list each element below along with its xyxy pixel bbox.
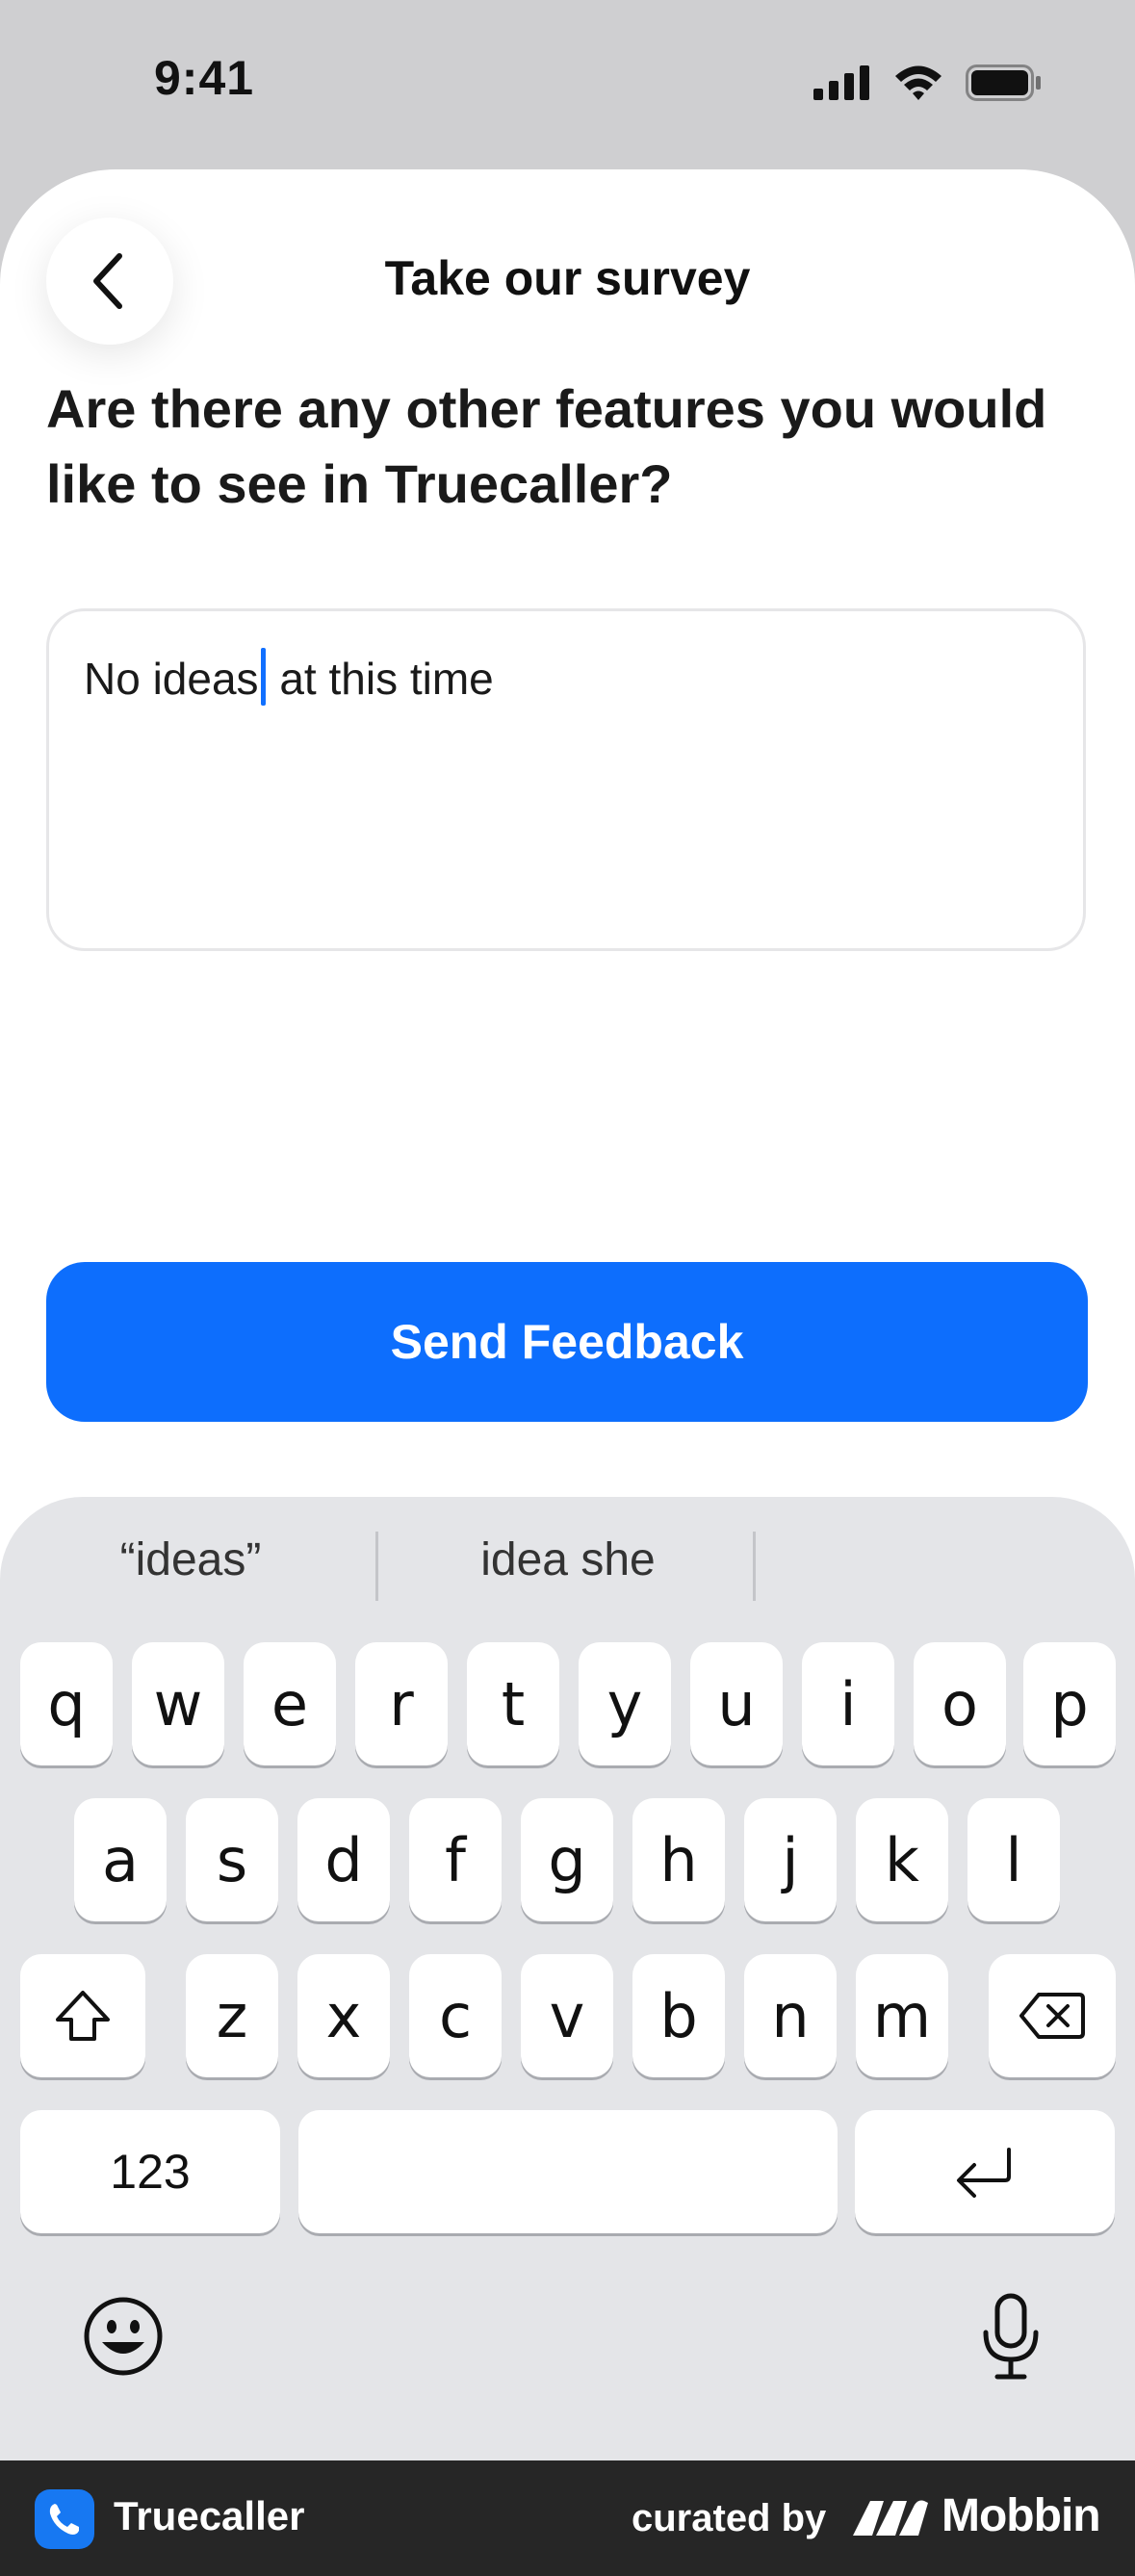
battery-icon xyxy=(966,64,1041,101)
key-j[interactable]: j xyxy=(744,1798,837,1921)
feedback-text-before-caret: No ideas xyxy=(84,654,259,704)
delete-icon xyxy=(1019,1993,1085,2039)
key-h[interactable]: h xyxy=(632,1798,725,1921)
wifi-icon xyxy=(895,65,942,100)
suggestion-divider xyxy=(753,1532,756,1601)
feedback-text: No ideas at this time xyxy=(84,648,494,706)
shift-icon xyxy=(56,1991,110,2041)
page-title: Take our survey xyxy=(384,251,751,305)
microphone-icon xyxy=(983,2293,1039,2380)
key-u[interactable]: u xyxy=(690,1642,783,1765)
keyboard: “ideas” idea she q w e r t y u i o p a s… xyxy=(0,1497,1135,2460)
numbers-key[interactable]: 123 xyxy=(20,2110,280,2233)
mobbin-logo-icon xyxy=(853,2500,928,2536)
key-x[interactable]: x xyxy=(297,1954,390,2077)
status-bar: 9:41 xyxy=(0,0,1135,169)
key-e[interactable]: e xyxy=(244,1642,336,1765)
key-z[interactable]: z xyxy=(186,1954,278,2077)
key-q[interactable]: q xyxy=(20,1642,113,1765)
emoji-button[interactable] xyxy=(81,2294,166,2379)
survey-question: Are there any other features you would l… xyxy=(46,378,1047,514)
signal-icon xyxy=(813,65,869,100)
suggestion-divider xyxy=(375,1532,378,1601)
footer-curated-by: curated by xyxy=(632,2497,827,2539)
space-key[interactable] xyxy=(298,2110,838,2233)
suggestion-2[interactable]: idea she xyxy=(424,1533,712,1586)
key-c[interactable]: c xyxy=(409,1954,502,2077)
phone-icon xyxy=(49,2504,79,2535)
key-t[interactable]: t xyxy=(467,1642,559,1765)
footer-bar: Truecaller curated by Mobbin xyxy=(0,2460,1135,2576)
status-icons xyxy=(813,64,1043,102)
delete-key[interactable] xyxy=(989,1954,1116,2077)
key-s[interactable]: s xyxy=(186,1798,278,1921)
shift-key[interactable] xyxy=(20,1954,145,2077)
key-g[interactable]: g xyxy=(521,1798,613,1921)
key-y[interactable]: y xyxy=(579,1642,671,1765)
key-i[interactable]: i xyxy=(802,1642,894,1765)
footer-app-name: Truecaller xyxy=(114,2493,305,2538)
key-w[interactable]: w xyxy=(132,1642,224,1765)
key-v[interactable]: v xyxy=(521,1954,613,2077)
key-o[interactable]: o xyxy=(914,1642,1006,1765)
truecaller-logo xyxy=(35,2489,94,2549)
return-key[interactable] xyxy=(855,2110,1115,2233)
status-time: 9:41 xyxy=(154,51,255,105)
key-d[interactable]: d xyxy=(297,1798,390,1921)
key-a[interactable]: a xyxy=(74,1798,167,1921)
key-f[interactable]: f xyxy=(409,1798,502,1921)
feedback-text-after-caret: at this time xyxy=(267,654,494,704)
microphone-button[interactable] xyxy=(972,2290,1049,2383)
key-b[interactable]: b xyxy=(632,1954,725,2077)
text-caret xyxy=(260,648,266,706)
send-feedback-button[interactable]: Send Feedback xyxy=(46,1262,1088,1422)
emoji-icon xyxy=(84,2297,163,2376)
footer-brand: Mobbin xyxy=(942,2490,1101,2541)
return-icon xyxy=(957,2148,1011,2198)
key-k[interactable]: k xyxy=(856,1798,948,1921)
feedback-textarea[interactable]: No ideas at this time xyxy=(46,608,1086,951)
key-m[interactable]: m xyxy=(856,1954,948,2077)
key-p[interactable]: p xyxy=(1023,1642,1116,1765)
key-r[interactable]: r xyxy=(355,1642,448,1765)
key-n[interactable]: n xyxy=(744,1954,837,2077)
suggestion-1[interactable]: “ideas” xyxy=(46,1533,335,1586)
key-l[interactable]: l xyxy=(967,1798,1060,1921)
